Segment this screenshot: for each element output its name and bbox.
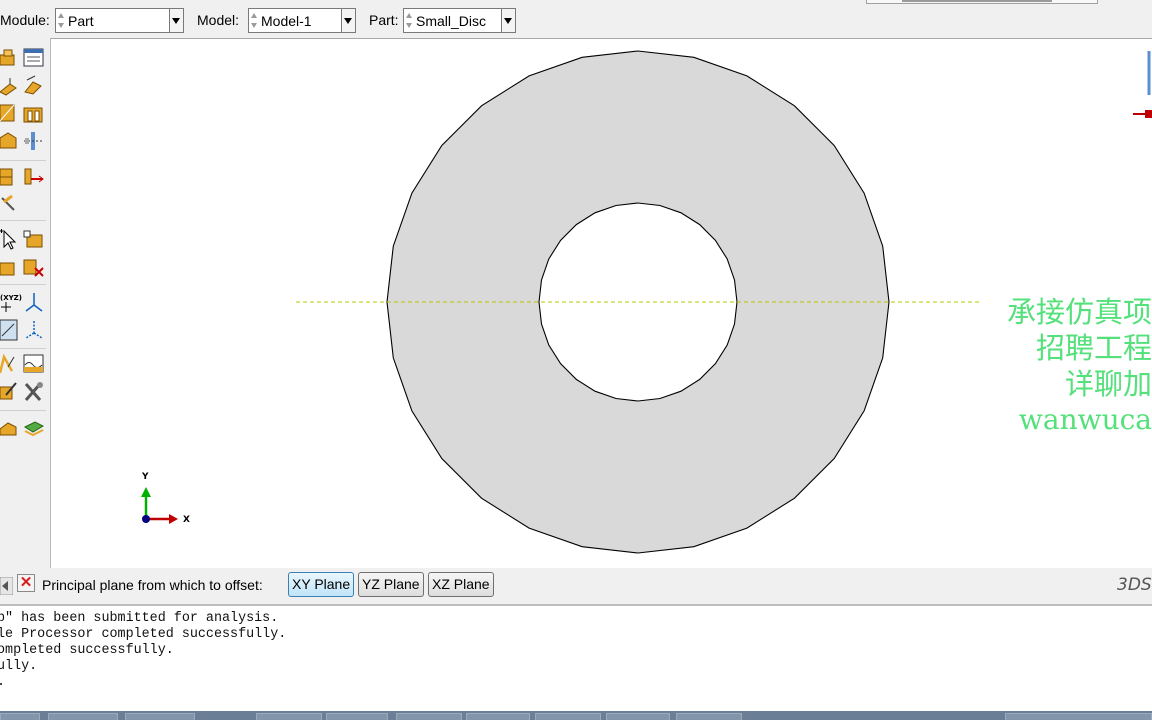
model-value: Model-1 [261,13,312,29]
disc-part[interactable] [386,50,890,554]
feature-manager-icon[interactable] [23,229,45,251]
partition-icon[interactable] [0,192,22,214]
sketch-icon[interactable] [0,353,22,375]
taskbar-item[interactable] [256,713,322,720]
dropdown-arrow-icon[interactable] [341,9,355,32]
yz-plane-button[interactable]: YZ Plane [358,572,424,597]
part-manager-icon[interactable] [23,47,45,69]
module-combo[interactable]: Part [55,8,184,33]
part-label: Part: [369,12,399,28]
taskbar-item[interactable] [326,713,388,720]
mini-triad-icon [1133,51,1152,118]
attach-icon[interactable] [0,381,22,403]
message-line: . [0,675,5,690]
taskbar-item[interactable] [396,713,462,720]
message-line: le Processor completed successfully. [0,627,287,642]
tools-icon[interactable] [23,381,45,403]
toolbox-divider [0,220,46,221]
taskbar-item[interactable] [48,713,118,720]
context-bar: Module: Part Model: Model-1 Part: Small_… [0,0,1152,40]
set-icon[interactable] [0,417,22,439]
extrude-solid-icon[interactable] [0,74,22,96]
module-toolbox: (XYZ) [0,40,50,568]
part-combo[interactable]: Small_Disc [403,8,516,33]
surface-icon[interactable] [23,417,45,439]
spin-arrows-icon[interactable] [406,12,413,29]
module-label: Module: [0,12,50,28]
watermark-line: wanwuca [1018,403,1152,436]
taskbar-item[interactable] [125,713,195,720]
toolbox-divider [0,348,46,349]
viewport[interactable]: Y X 承接仿真项 招聘工程 详聊加 wanwuca [50,38,1152,568]
model-combo[interactable]: Model-1 [248,8,356,33]
taskbar-item[interactable] [466,713,530,720]
message-line: p" has been submitted for analysis. [0,611,279,626]
prompt-text: Principal plane from which to offset: [42,577,263,593]
dropdown-arrow-icon[interactable] [501,9,515,32]
datum-axis-icon[interactable] [23,291,45,313]
prompt-area: ✕ Principal plane from which to offset: … [0,568,1152,605]
triad-x-label: X [183,515,190,525]
module-value: Part [68,13,94,29]
repair-icon[interactable] [0,256,22,278]
toolbar-frame [866,0,1098,4]
sweep-solid-icon[interactable] [0,102,22,124]
watermark-line: 承接仿真项 [1006,295,1152,329]
message-line: ully. [0,659,38,674]
datum-csys-icon[interactable] [23,319,45,341]
taskbar [0,711,1152,720]
revolve-solid-icon[interactable] [23,74,45,96]
create-part-icon[interactable] [0,47,22,69]
xz-plane-button[interactable]: XZ Plane [428,572,494,597]
shell-icon[interactable] [23,102,45,124]
taskbar-item[interactable] [676,713,742,720]
delete-feature-icon[interactable] [23,256,45,278]
part-value: Small_Disc [416,13,487,29]
viewport-canvas[interactable]: Y X [51,39,1152,568]
triad-y-label: Y [141,472,149,482]
triad-x-arrowhead [169,514,178,524]
cancel-icon[interactable]: ✕ [17,574,35,592]
axis-triad: Y X [141,472,190,525]
svg-text:(XYZ): (XYZ) [0,294,22,302]
taskbar-item[interactable] [535,713,601,720]
watermark: 承接仿真项 招聘工程 详聊加 wanwuca [1002,294,1152,438]
watermark-line: 详聊加 [1064,367,1152,401]
round-fillet-icon[interactable] [0,165,22,187]
datum-point-icon[interactable]: (XYZ) [0,291,22,313]
taskbar-item[interactable] [606,713,670,720]
toolbox-divider [0,160,46,161]
xy-plane-button[interactable]: XY Plane [288,572,355,597]
spin-arrows-icon[interactable] [251,12,258,29]
create-cut-icon[interactable] [0,130,22,152]
watermark-line: 招聘工程 [1035,331,1152,365]
triad-origin [142,515,150,523]
brand-logo: 3DS S [1117,575,1152,595]
taskbar-item[interactable] [0,713,40,720]
message-line: ompleted successfully. [0,643,174,658]
triad-y-arrowhead [141,487,151,497]
datum-plane-icon[interactable] [0,319,22,341]
dropdown-arrow-icon[interactable] [169,9,183,32]
query-icon[interactable] [0,229,22,251]
wire-icon[interactable] [23,353,45,375]
spin-arrows-icon[interactable] [58,12,65,29]
message-area[interactable]: p" has been submitted for analysis. le P… [0,605,1152,712]
toolbox-divider [0,284,46,285]
toolbox-divider [0,410,46,411]
back-arrow-icon[interactable] [0,577,13,595]
taskbar-item[interactable] [1005,713,1152,720]
model-label: Model: [197,12,240,28]
hole-icon[interactable] [23,130,45,152]
mirror-icon[interactable] [23,165,45,187]
